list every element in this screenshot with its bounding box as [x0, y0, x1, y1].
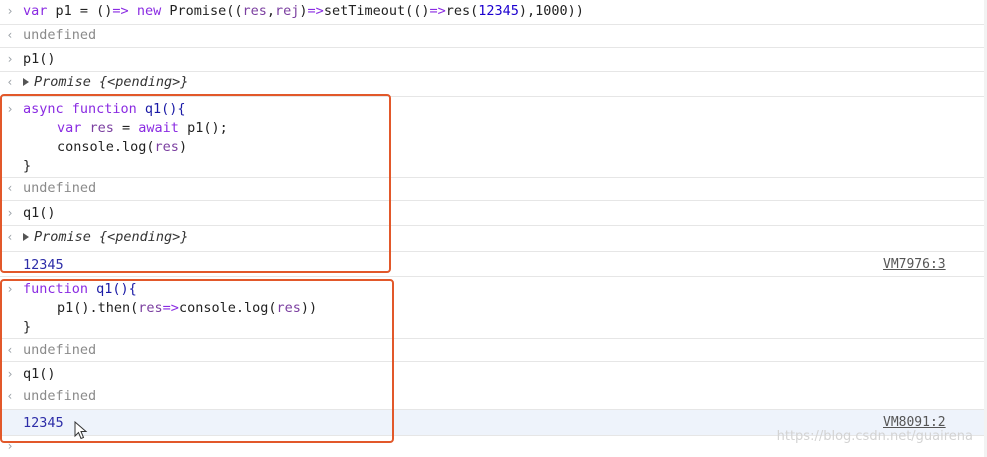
code-line: p1(): [23, 51, 56, 67]
expand-triangle-icon[interactable]: [23, 78, 29, 86]
mouse-pointer-icon: [74, 421, 88, 440]
watermark-text: https://blog.csdn.net/guairena: [776, 429, 973, 444]
highlight-box-async: [0, 94, 391, 273]
code-line: var p1 = ()=> new Promise((res,rej)=>set…: [23, 3, 584, 19]
highlight-box-then: [0, 279, 394, 443]
return-chevron-icon: ‹: [6, 75, 14, 89]
result-undefined: undefined: [23, 27, 97, 43]
promise-result[interactable]: Promise {<pending>}: [23, 73, 188, 91]
console-input-row[interactable]: › var p1 = ()=> new Promise((res,rej)=>s…: [0, 0, 987, 25]
prompt-chevron-icon: ›: [6, 52, 14, 66]
console-input-row[interactable]: › p1(): [0, 48, 987, 72]
devtools-console: › var p1 = ()=> new Promise((res,rej)=>s…: [0, 0, 987, 457]
console-output-row: ‹ undefined: [0, 25, 987, 48]
prompt-chevron-icon: ›: [6, 4, 14, 18]
return-chevron-icon: ‹: [6, 28, 14, 42]
source-link[interactable]: VM7976:3: [883, 256, 946, 274]
